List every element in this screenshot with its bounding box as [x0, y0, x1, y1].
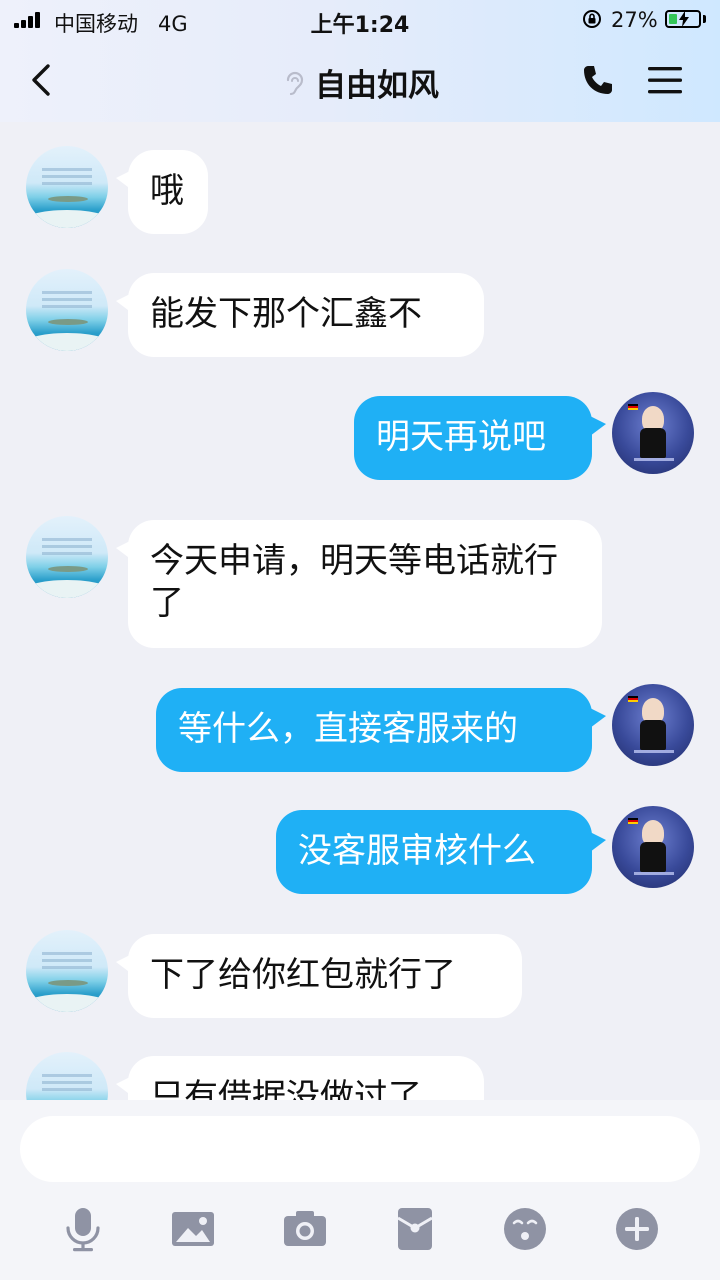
top-bar: 中国移动 4G 上午1:24 27% 自由如风 — [0, 0, 720, 122]
contact-avatar[interactable] — [26, 516, 108, 598]
battery-percent: 27% — [611, 8, 658, 32]
message-incoming: 能发下那个汇鑫不 — [0, 267, 720, 357]
phone-call-icon[interactable] — [580, 62, 616, 98]
message-bubble[interactable]: 明天再说吧 — [354, 396, 592, 480]
message-bubble[interactable]: 下了给你红包就行了 — [128, 934, 522, 1018]
message-outgoing: 等什么，直接客服来的 — [0, 682, 720, 772]
battery-level — [669, 14, 677, 24]
emoji-icon[interactable] — [500, 1204, 550, 1254]
rotation-lock-icon — [583, 10, 601, 28]
message-bubble[interactable]: 只有借据没做过了 — [128, 1056, 484, 1100]
my-avatar[interactable] — [612, 806, 694, 888]
chat-message-list[interactable]: 哦 能发下那个汇鑫不 明天再说吧 今天申请，明天等电话就行了 等什么，直接客服来… — [0, 122, 720, 1100]
message-incoming: 哦 — [0, 144, 720, 234]
bubble-tail — [590, 416, 606, 436]
message-incoming: 只有借据没做过了 — [0, 1050, 720, 1100]
message-bubble[interactable]: 今天申请，明天等电话就行了 — [128, 520, 602, 648]
contact-avatar[interactable] — [26, 146, 108, 228]
charging-icon — [679, 11, 689, 27]
mic-icon[interactable] — [58, 1204, 108, 1254]
message-bubble[interactable]: 没客服审核什么 — [276, 810, 592, 894]
message-incoming: 下了给你红包就行了 — [0, 928, 720, 1018]
menu-icon[interactable] — [646, 64, 684, 96]
message-bubble[interactable]: 哦 — [128, 150, 208, 234]
status-bar: 中国移动 4G 上午1:24 27% — [0, 0, 720, 40]
contact-avatar[interactable] — [26, 269, 108, 351]
message-bubble[interactable]: 等什么，直接客服来的 — [156, 688, 592, 772]
chat-title: 自由如风 — [315, 68, 439, 104]
contact-avatar[interactable] — [26, 930, 108, 1012]
contact-avatar[interactable] — [26, 1052, 108, 1100]
message-input[interactable] — [20, 1116, 700, 1182]
plus-icon[interactable] — [612, 1204, 662, 1254]
bubble-tail — [590, 708, 606, 728]
message-outgoing: 明天再说吧 — [0, 390, 720, 480]
red-packet-icon[interactable] — [390, 1204, 440, 1254]
my-avatar[interactable] — [612, 684, 694, 766]
bubble-tail — [590, 832, 606, 852]
my-avatar[interactable] — [612, 392, 694, 474]
image-icon[interactable] — [168, 1204, 218, 1254]
battery-tip — [703, 15, 706, 23]
message-bubble[interactable]: 能发下那个汇鑫不 — [128, 273, 484, 357]
message-incoming: 今天申请，明天等电话就行了 — [0, 514, 720, 648]
ear-icon — [286, 71, 304, 95]
camera-icon[interactable] — [280, 1204, 330, 1254]
message-outgoing: 没客服审核什么 — [0, 806, 720, 896]
